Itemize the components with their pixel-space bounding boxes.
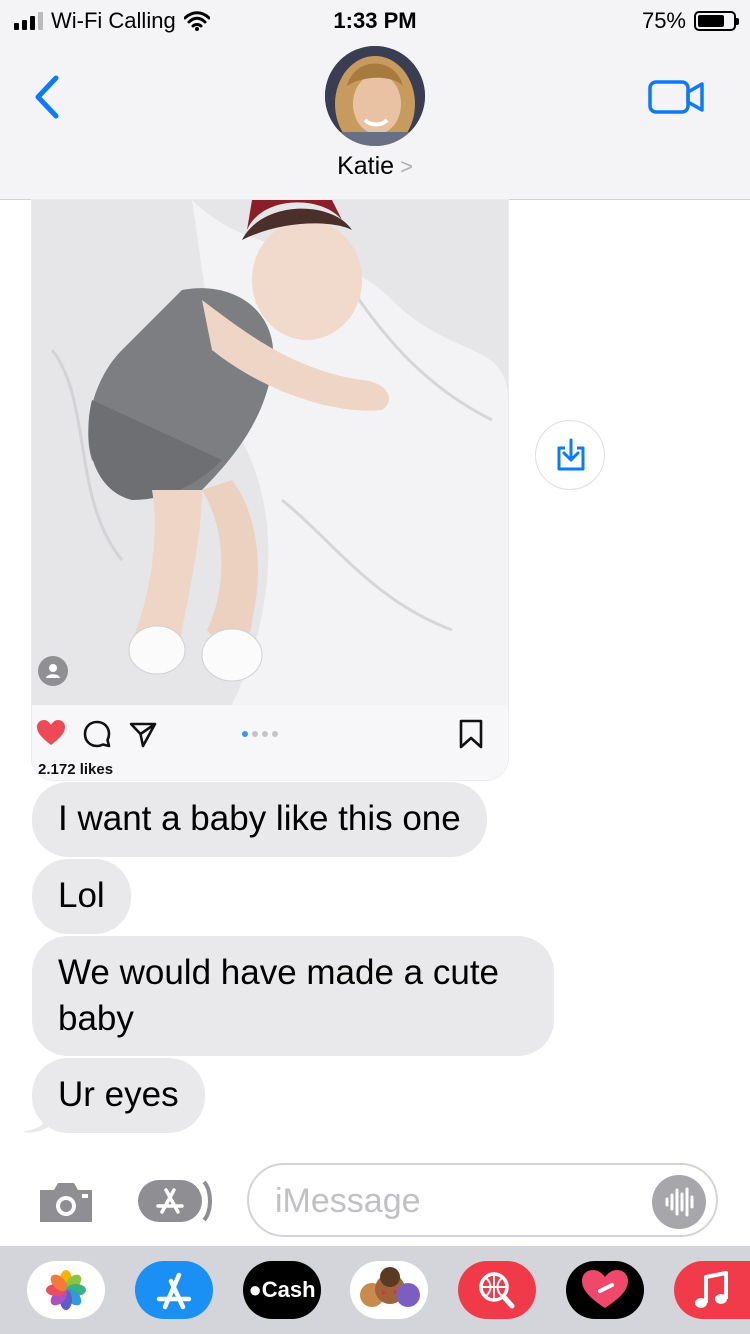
chevron-left-icon[interactable] <box>28 72 68 122</box>
likes-count: 2.172 likes <box>38 761 114 778</box>
status-right: 75% <box>641 8 739 34</box>
carousel-dot <box>272 731 278 737</box>
contact-name[interactable]: Katie > <box>0 152 750 181</box>
battery-percent: 75% <box>641 8 686 33</box>
carousel-dot <box>262 731 268 737</box>
contact-name-label: Katie <box>337 152 395 180</box>
chevron-right-icon: > <box>400 154 413 179</box>
bookmark-icon[interactable] <box>458 719 484 749</box>
conversation-header: Wi-Fi Calling 1:33 PM 75% Katie > <box>0 0 750 200</box>
photos-icon[interactable] <box>27 1261 105 1319</box>
apple-logo-icon: ● <box>248 1277 262 1302</box>
carousel-dot <box>252 731 258 737</box>
avatar-image <box>325 46 425 146</box>
music-icon[interactable] <box>674 1261 750 1319</box>
shared-instagram-post[interactable]: 2.172 likes <box>32 200 508 780</box>
status-bar: Wi-Fi Calling 1:33 PM 75% <box>0 0 750 40</box>
message-input-placeholder: iMessage <box>275 1182 421 1220</box>
bubble-tail <box>22 1108 52 1133</box>
share-icon[interactable] <box>128 719 158 749</box>
post-action-bar: 2.172 likes <box>32 705 508 780</box>
waveform-icon[interactable] <box>652 1175 706 1229</box>
battery-icon <box>694 11 739 31</box>
app-store-icon[interactable] <box>135 1261 213 1319</box>
post-photo[interactable] <box>32 200 508 705</box>
download-icon <box>557 438 585 471</box>
cash-label: Cash <box>261 1277 316 1302</box>
comment-icon[interactable] <box>82 719 112 749</box>
message-bubble[interactable]: Lol <box>32 859 131 934</box>
save-to-photos-button[interactable] <box>535 420 605 490</box>
message-input[interactable]: iMessage <box>247 1163 718 1237</box>
sleeping-baby-photo <box>32 200 508 705</box>
video-camera-icon[interactable] <box>648 78 704 116</box>
avatar[interactable] <box>325 46 425 146</box>
memoji-icon[interactable] <box>350 1261 428 1319</box>
clock: 1:33 PM <box>333 8 417 33</box>
message-bubble[interactable]: I want a baby like this one <box>32 782 487 857</box>
app-store-icon[interactable] <box>138 1178 214 1224</box>
web-search-icon[interactable] <box>458 1261 536 1319</box>
heart-icon[interactable] <box>36 719 66 747</box>
apple-cash-icon[interactable]: ●Cash <box>243 1261 321 1319</box>
camera-icon[interactable] <box>36 1180 96 1224</box>
carousel-dots <box>242 731 278 737</box>
tagged-person-icon[interactable] <box>38 656 68 686</box>
message-bubble[interactable]: We would have made a cute baby <box>32 936 554 1056</box>
app-drawer: ●Cash <box>0 1246 750 1334</box>
digital-touch-icon[interactable] <box>566 1261 644 1319</box>
message-bubble[interactable]: Ur eyes <box>32 1058 205 1133</box>
carousel-dot <box>242 731 248 737</box>
